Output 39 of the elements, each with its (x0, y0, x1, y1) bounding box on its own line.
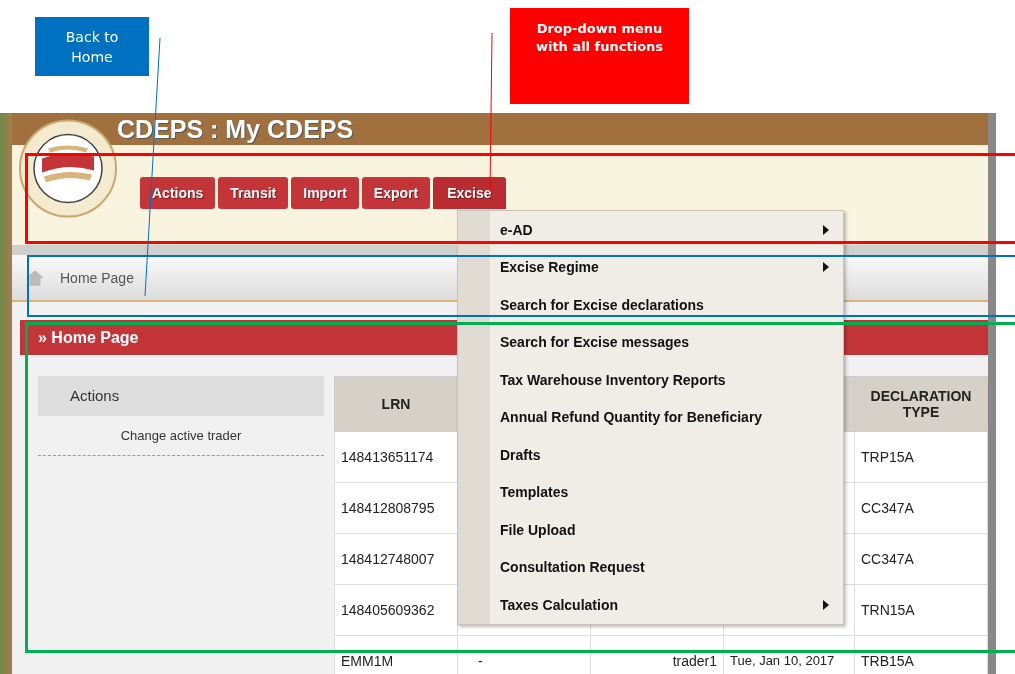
callout-label: Back to Home (35, 17, 149, 76)
sidebar-link[interactable]: Change active trader (120, 428, 242, 443)
submenu-arrow-icon (823, 599, 829, 610)
menu-item[interactable]: Search for Excise messages (458, 334, 843, 351)
table-cell: CC347A (861, 551, 914, 567)
nav-tab[interactable]: Excise (433, 177, 506, 209)
callout-label: Drop-down menu with all functions (510, 8, 689, 104)
menu-item[interactable]: Annual Refund Quantity for Beneficiary (458, 409, 843, 426)
table-cell: - (478, 653, 483, 669)
menu-item[interactable]: File Upload (458, 521, 843, 538)
table-cell: trader1 (672, 653, 717, 669)
menu-item[interactable]: Excise Regime (458, 259, 843, 276)
table-cell: 148405609362 (341, 602, 435, 618)
breadcrumb-link[interactable]: Home Page (60, 269, 134, 286)
table-cell: TRN15A (861, 602, 915, 618)
table-cell: TRB15A (861, 653, 914, 669)
table-cell: TRP15A (861, 449, 914, 465)
nav-tab[interactable]: Export (361, 177, 431, 209)
table-cell: 148412748007 (341, 551, 435, 567)
menu-item[interactable]: Drafts (458, 446, 843, 463)
table-cell: 148412808795 (341, 500, 435, 516)
table-cell: 148413651174 (341, 449, 434, 465)
submenu-arrow-icon (823, 224, 829, 235)
table-cell: Tue, Jan 10, 2017 (730, 653, 835, 668)
menu-item[interactable]: Taxes Calculation (458, 596, 843, 613)
sidebar-heading: Actions (38, 376, 324, 416)
menu-item[interactable]: e-AD (458, 221, 843, 238)
nav-tab[interactable]: Transit (218, 177, 289, 209)
table-cell: CC347A (861, 500, 914, 516)
section-title: » Home Page (38, 328, 139, 347)
menu-item[interactable]: Templates (458, 484, 843, 501)
menu-item[interactable]: Search for Excise declarations (458, 296, 843, 313)
nav-tab[interactable]: Actions (140, 177, 216, 209)
menu-item[interactable]: Consultation Request (458, 559, 843, 576)
table-cell: EMM1M (341, 653, 394, 669)
menu-item[interactable]: Tax Warehouse Inventory Reports (458, 371, 843, 388)
page-title: CDEPS : My CDEPS (117, 114, 354, 144)
submenu-arrow-icon (823, 262, 829, 273)
nav-tab[interactable]: Import (291, 177, 359, 209)
